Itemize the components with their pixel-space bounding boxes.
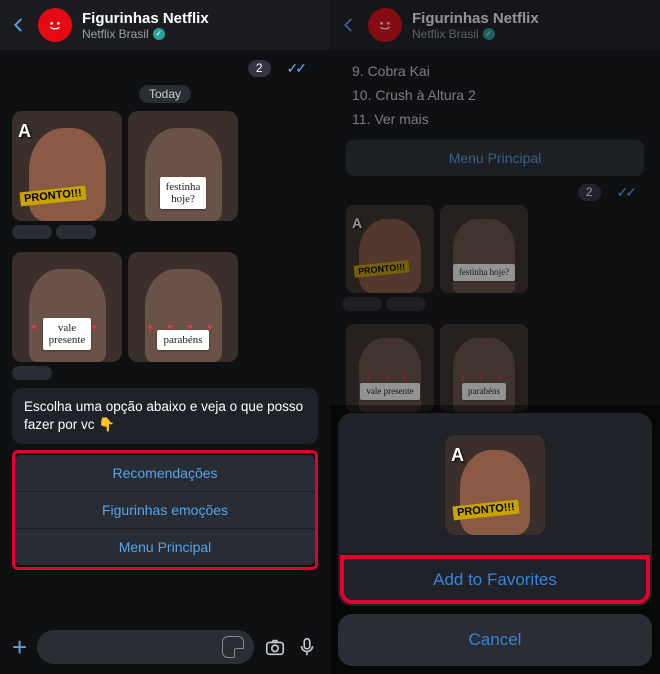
chat-body: 9. Cobra Kai 10. Crush à Altura 2 11. Ve…	[330, 50, 660, 418]
sticker-festinha[interactable]: festinha hoje?	[128, 111, 238, 221]
back-icon[interactable]	[10, 16, 28, 34]
read-checks-icon: ✓✓	[607, 184, 644, 201]
date-separator: Today	[139, 85, 191, 103]
sticker-vale-presente[interactable]: ♥ ♥ ♥ ♥ vale presente	[12, 252, 122, 362]
list-item: 10. Crush à Altura 2	[352, 84, 638, 108]
chat-subtitle: Netflix Brasil ✓	[82, 27, 320, 41]
sticker-pronto[interactable]: A PRONTO!!!	[12, 111, 122, 221]
avatar[interactable]	[368, 8, 402, 42]
chat-header: Figurinhas Netflix Netflix Brasil ✓	[330, 0, 660, 50]
verified-icon: ✓	[153, 28, 165, 40]
back-icon[interactable]	[340, 16, 358, 34]
sticker-row-2: ♥ ♥ ♥ ♥ vale presente ♥ ♥ ♥ ♥ parabéns	[8, 252, 322, 362]
attach-icon[interactable]: +	[12, 632, 27, 663]
sticker-pronto[interactable]: A PRONTO!!!	[346, 205, 434, 293]
chat-subtitle: Netflix Brasil ✓	[412, 27, 650, 41]
chat-panel-left: Figurinhas Netflix Netflix Brasil ✓ 2 ✓✓…	[0, 0, 330, 674]
option-menu-principal[interactable]: Menu Principal	[15, 528, 315, 565]
option-recomendacoes[interactable]: Recomendações	[15, 455, 315, 491]
sheet-sticker-preview: A PRONTO!!!	[338, 413, 652, 553]
chat-title: Figurinhas Netflix	[412, 10, 650, 27]
sticker-parabens[interactable]: ♥ ♥ ♥ ♥ parabéns	[128, 252, 238, 362]
timestamp-stub	[12, 366, 52, 380]
bot-message: Escolha uma opção abaixo e veja o que po…	[12, 388, 318, 444]
chat-body: 2 ✓✓ Today A PRONTO!!! festinha hoje? ♥ …	[0, 50, 330, 576]
read-checks-icon: ✓✓	[277, 60, 314, 77]
chat-header: Figurinhas Netflix Netflix Brasil ✓	[0, 0, 330, 50]
sticker-row-1: A PRONTO!!! festinha hoje?	[8, 111, 322, 221]
timestamp-stub	[342, 297, 382, 311]
add-to-favorites-button[interactable]: Add to Favorites	[338, 553, 652, 606]
sticker-picker-icon[interactable]	[222, 636, 244, 658]
timestamp-stub	[386, 297, 426, 311]
action-sheet: A PRONTO!!! Add to Favorites Cancel	[330, 405, 660, 674]
sheet-card: A PRONTO!!! Add to Favorites	[338, 413, 652, 606]
verified-icon: ✓	[483, 28, 495, 40]
cancel-button[interactable]: Cancel	[338, 614, 652, 666]
sticker-parabens[interactable]: ♥ ♥ ♥ parabéns	[440, 324, 528, 412]
mic-icon[interactable]	[296, 636, 318, 658]
message-input-bar: +	[0, 620, 330, 674]
chat-title: Figurinhas Netflix	[82, 10, 320, 27]
avatar[interactable]	[38, 8, 72, 42]
sticker-vale-presente[interactable]: ♥ ♥ ♥ vale presente	[346, 324, 434, 412]
message-input[interactable]	[37, 630, 254, 664]
camera-icon[interactable]	[264, 636, 286, 658]
timestamp-stub	[12, 225, 52, 239]
sticker-row-1: A PRONTO!!! festinha hoje?	[338, 205, 652, 293]
sticker-festinha[interactable]: festinha hoje?	[440, 205, 528, 293]
list-item: 9. Cobra Kai	[352, 60, 638, 84]
numbered-list: 9. Cobra Kai 10. Crush à Altura 2 11. Ve…	[338, 56, 652, 135]
chat-panel-right: Figurinhas Netflix Netflix Brasil ✓ 9. C…	[330, 0, 660, 674]
list-item: 11. Ver mais	[352, 108, 638, 132]
inline-button-group: Recomendações Figurinhas emoções Menu Pr…	[12, 450, 318, 570]
option-menu-principal[interactable]: Menu Principal	[346, 139, 644, 176]
unread-badge: 2	[578, 184, 601, 201]
unread-badge: 2	[248, 60, 271, 77]
sticker-row-2: ♥ ♥ ♥ vale presente ♥ ♥ ♥ parabéns	[338, 324, 652, 412]
timestamp-stub	[56, 225, 96, 239]
option-figurinhas-emocoes[interactable]: Figurinhas emoções	[15, 491, 315, 528]
